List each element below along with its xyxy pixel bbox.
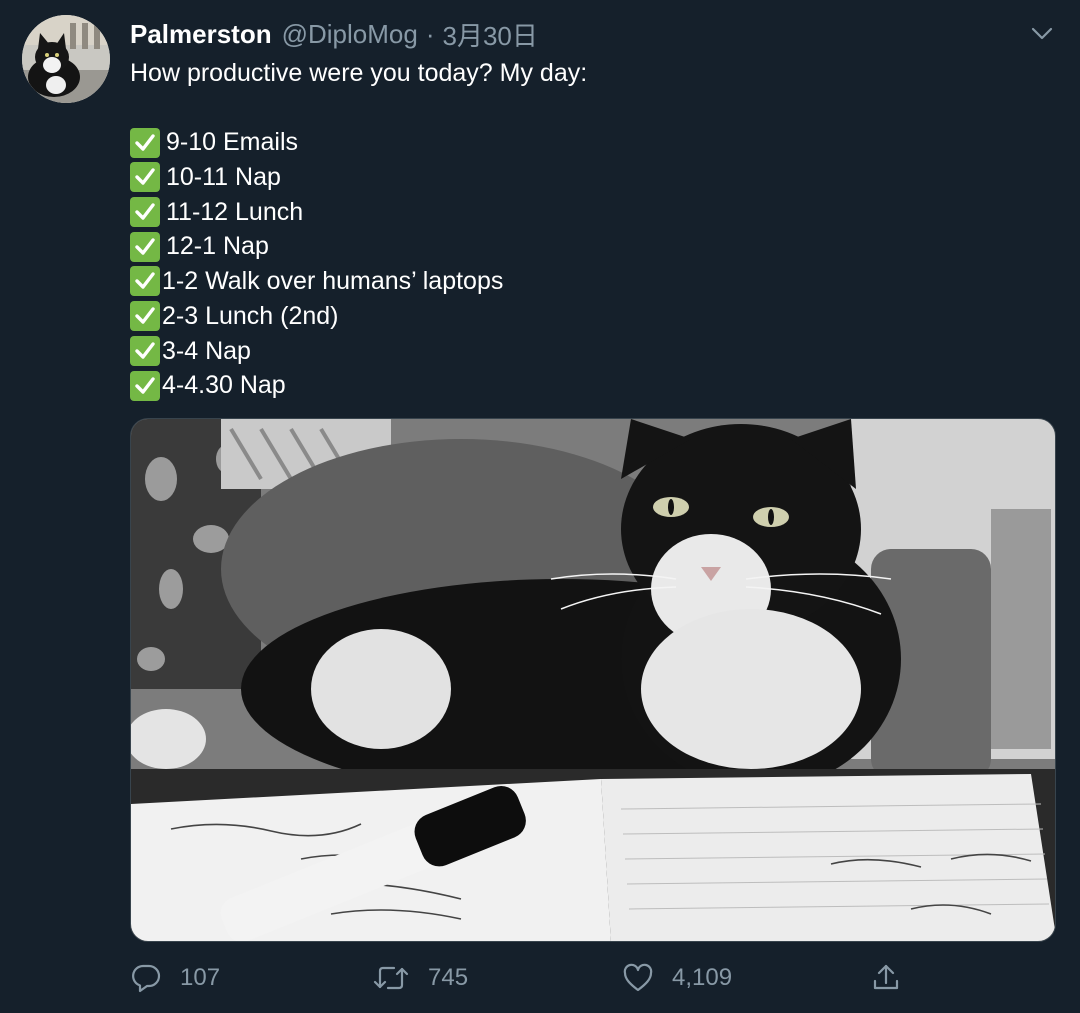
tweet[interactable]: Palmerston @DiploMog · 3月30日 How product… <box>0 0 1080 1013</box>
retweet-icon <box>372 963 410 993</box>
check-mark-icon <box>130 301 160 332</box>
reply-icon <box>130 963 162 993</box>
check-mark-icon <box>130 266 160 297</box>
list-item: 1-2 Walk over humans’ laptops <box>130 264 1030 299</box>
list-item-text: 2-3 Lunch (2nd) <box>162 301 339 330</box>
list-item: 12-1 Nap <box>130 229 1030 264</box>
avatar[interactable] <box>22 15 110 103</box>
check-mark-icon <box>130 231 160 262</box>
list-item-text: 12-1 Nap <box>166 232 269 261</box>
list-item: 4-4.30 Nap <box>130 368 1030 403</box>
tweet-text: How productive were you today? My day: 9… <box>130 56 1030 403</box>
list-item-text: 10-11 Nap <box>166 163 281 192</box>
check-mark-icon <box>130 335 160 366</box>
tweet-photo[interactable] <box>130 418 1056 942</box>
list-item: 11-12 Lunch <box>130 195 1030 230</box>
separator-dot: · <box>425 18 435 49</box>
list-item-text: 4-4.30 Nap <box>162 371 286 400</box>
check-mark-icon <box>130 162 160 193</box>
list-item: 9-10 Emails <box>130 125 1030 160</box>
list-item: 2-3 Lunch (2nd) <box>130 299 1030 334</box>
tweet-date[interactable]: 3月30日 <box>443 16 538 53</box>
list-item-text: 3-4 Nap <box>162 336 251 365</box>
list-item-text: 9-10 Emails <box>166 128 298 157</box>
reply-count: 107 <box>180 964 221 991</box>
list-item: 3-4 Nap <box>130 334 1030 369</box>
reply-button[interactable]: 107 <box>130 958 220 998</box>
more-options-button[interactable] <box>1024 18 1060 54</box>
like-button[interactable]: 4,109 <box>622 958 732 998</box>
tweet-intro: How productive were you today? My day: <box>130 59 588 87</box>
check-mark-icon <box>130 197 160 228</box>
check-mark-icon <box>130 370 160 401</box>
author-handle[interactable]: @DiploMog <box>282 19 418 50</box>
heart-icon <box>622 963 654 993</box>
like-count: 4,109 <box>672 964 733 991</box>
check-mark-icon <box>130 127 160 158</box>
list-item-text: 1-2 Walk over humans’ laptops <box>162 267 504 296</box>
share-button[interactable] <box>870 958 902 998</box>
list-item: 10-11 Nap <box>130 160 1030 195</box>
chevron-down-icon <box>1031 27 1053 46</box>
share-icon <box>870 962 902 994</box>
list-item-text: 11-12 Lunch <box>166 197 304 226</box>
author-name[interactable]: Palmerston <box>130 19 272 50</box>
tweet-actions: 107 745 4,109 <box>130 958 930 998</box>
retweet-count: 745 <box>428 964 469 991</box>
tweet-header: Palmerston @DiploMog · 3月30日 <box>130 16 538 52</box>
retweet-button[interactable]: 745 <box>372 958 468 998</box>
